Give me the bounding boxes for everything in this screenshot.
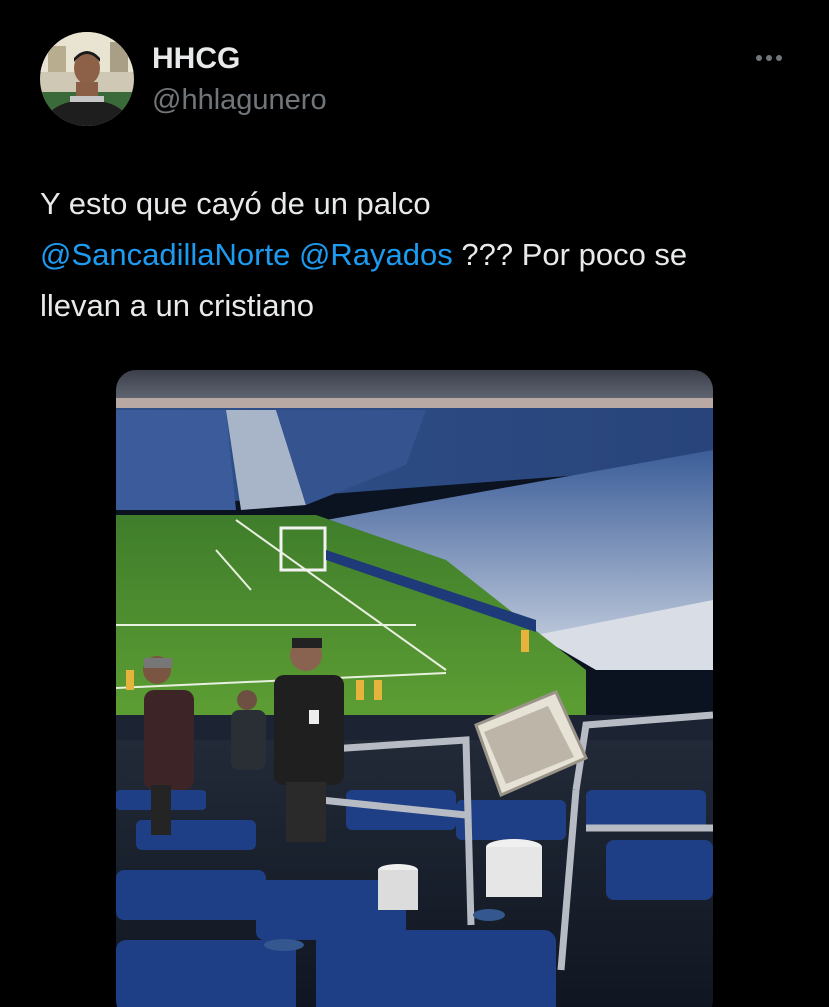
tweet-line-2: @SancadillaNorte @Rayados ??? Por poco s…: [40, 229, 800, 280]
tweet-line-3: llevan a un cristiano: [40, 288, 314, 323]
tweet-media-photo[interactable]: [116, 370, 713, 1007]
author-display-name[interactable]: HHCG: [152, 40, 240, 78]
mention-link[interactable]: @Rayados: [299, 237, 453, 272]
mention-link[interactable]: @SancadillaNorte: [40, 237, 290, 272]
profile-photo-icon: [40, 32, 134, 126]
avatar[interactable]: [40, 32, 134, 126]
author-handle[interactable]: @hhlagunero: [152, 82, 327, 118]
tweet-text: Y esto que cayó de un palco @SancadillaN…: [40, 178, 800, 331]
stadium-photo-icon: [116, 370, 713, 1007]
tweet-line-1: Y esto que cayó de un palco: [40, 186, 431, 221]
more-horizontal-icon[interactable]: [748, 44, 792, 72]
tweet-line-2-text: ??? Por poco se: [452, 237, 688, 272]
